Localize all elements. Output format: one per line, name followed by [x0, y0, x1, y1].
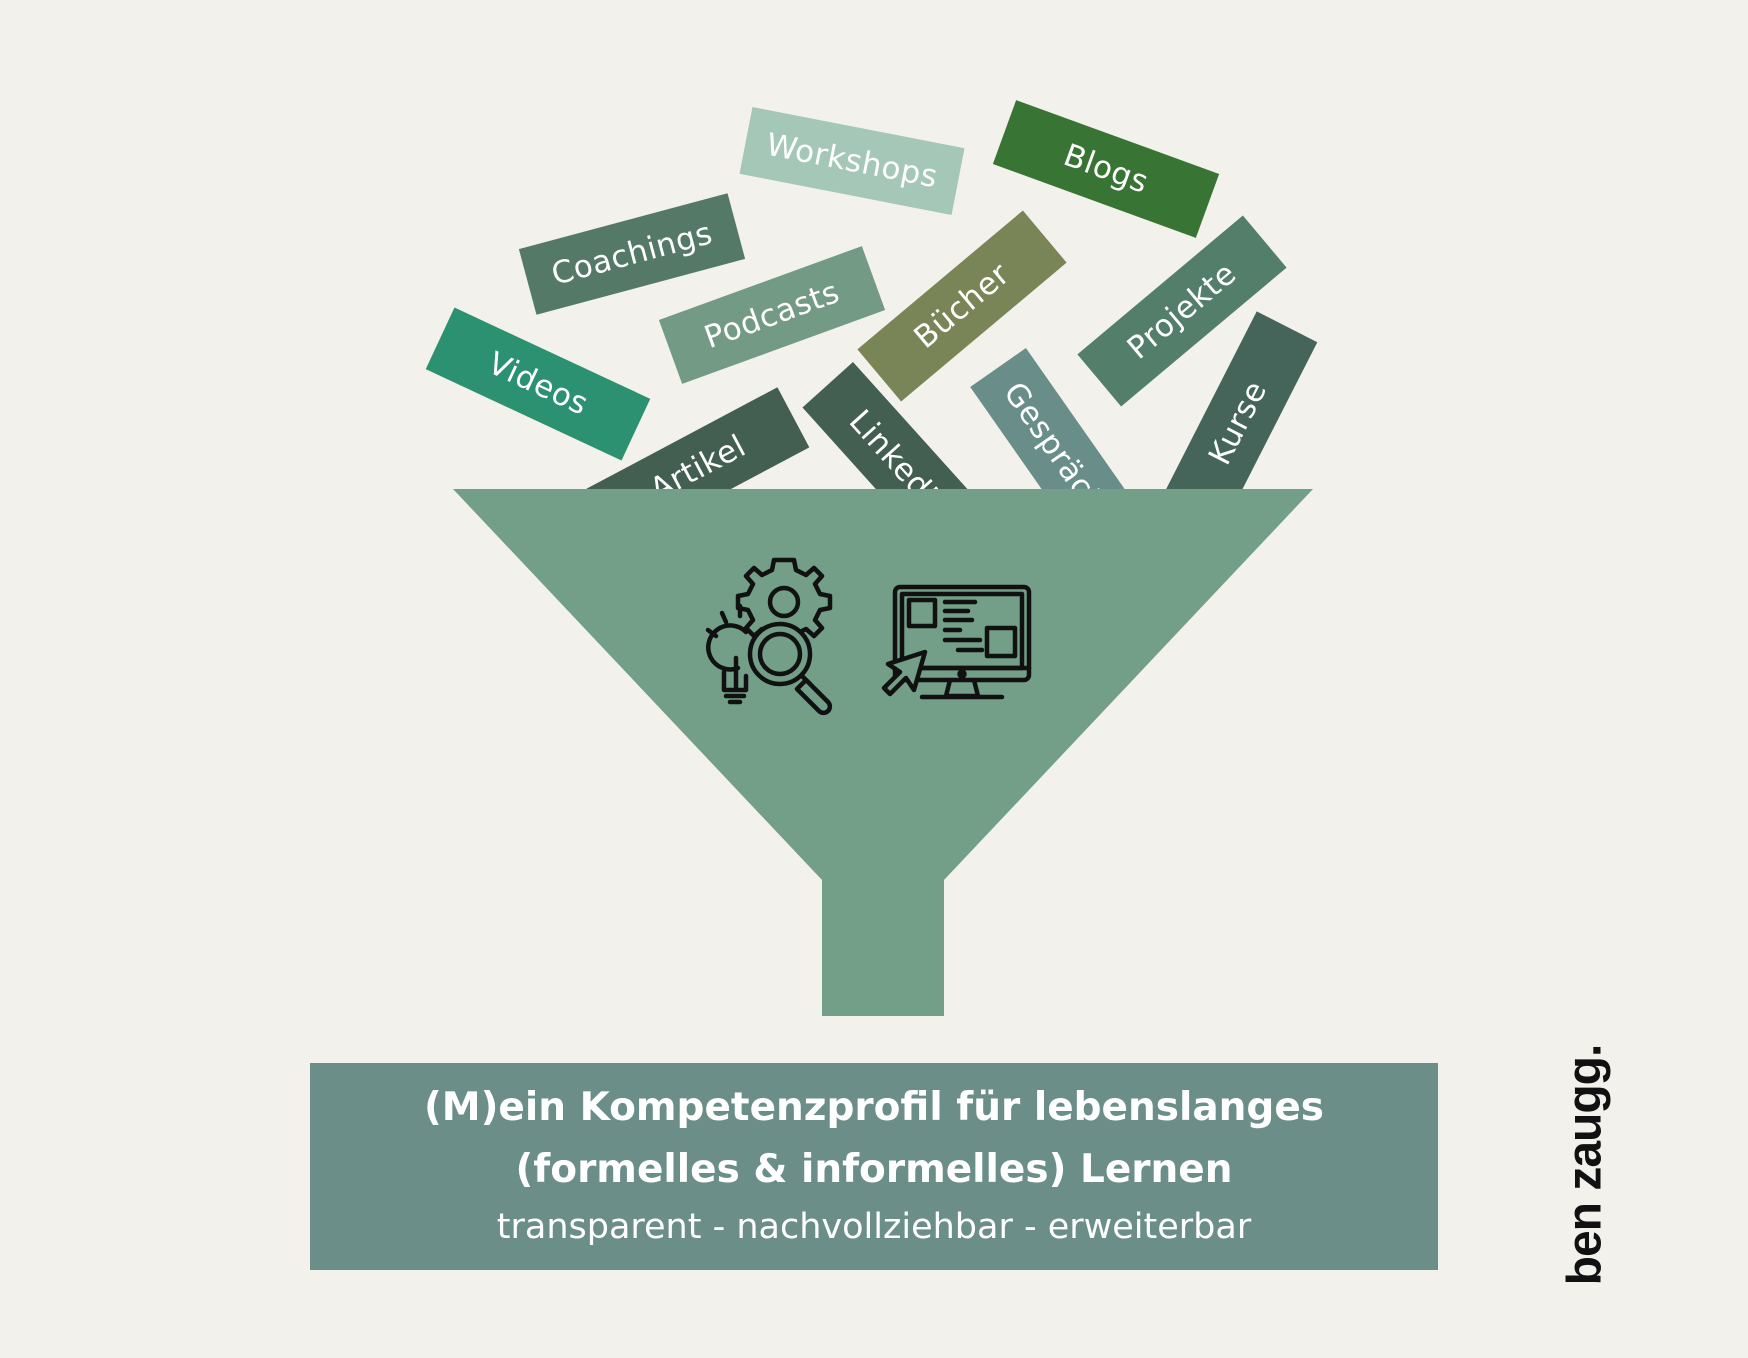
caption-title-line-2: (formelles & informelles) Lernen	[515, 1147, 1233, 1192]
brand-logo: ben zaugg.	[1558, 1044, 1612, 1286]
caption-box: (M)ein Kompetenzprofil für lebenslanges …	[310, 1063, 1438, 1270]
caption-title-line-1: (M)ein Kompetenzprofil für lebenslanges	[423, 1085, 1325, 1130]
caption-subtitle: transparent - nachvollziehbar - erweiter…	[496, 1207, 1252, 1247]
funnel-shape	[453, 489, 1313, 1016]
